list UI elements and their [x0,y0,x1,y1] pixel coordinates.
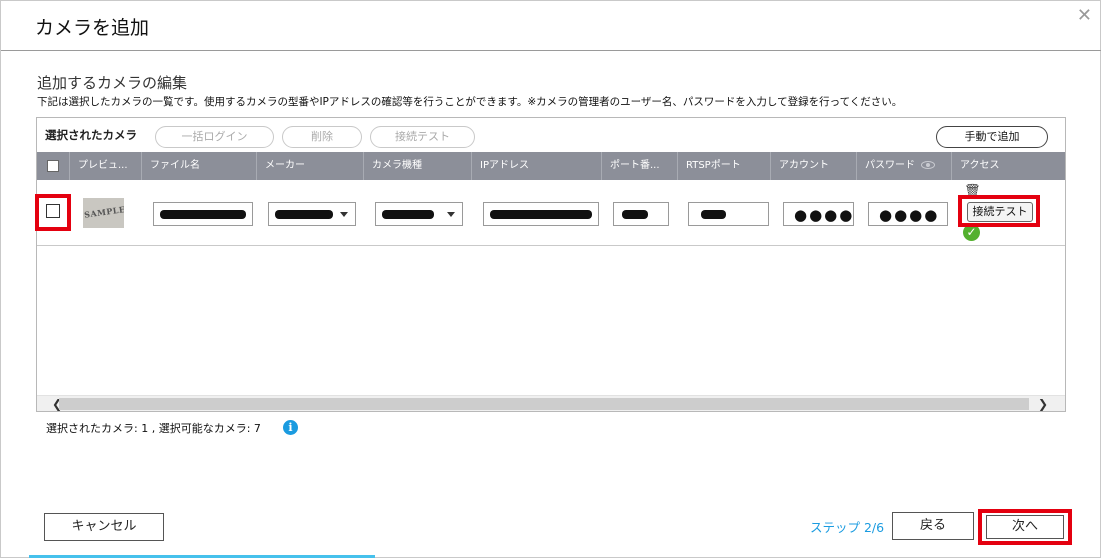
port-input[interactable] [613,202,669,226]
highlight-connection-test [958,195,1040,227]
col-header-filename[interactable]: ファイル名 [141,152,256,180]
select-all-checkbox[interactable] [47,160,59,172]
section-title: 追加するカメラの編集 [37,74,188,92]
col-header-ip[interactable]: IPアドレス [471,152,601,180]
col-header-rtsp[interactable]: RTSPポート [677,152,770,180]
maker-select[interactable] [268,202,356,226]
col-header-port[interactable]: ポート番... [601,152,677,180]
info-icon[interactable]: i [283,420,298,435]
account-masked-value: ●●●● [794,206,855,224]
selected-cameras-panel: 選択されたカメラ 一括ログイン 削除 接続テスト 手動で追加 プレビュ... フ… [36,117,1066,412]
next-button[interactable]: 次へ [986,515,1064,539]
ip-address-input[interactable] [483,202,599,226]
section-description: 下記は選択したカメラの一覧です。使用するカメラの型番やIPアドレスの確認等を行う… [37,96,903,108]
preview-sample-text: SAMPLE [83,204,124,220]
scroll-right-icon[interactable]: ❯ [1035,396,1051,412]
chevron-down-icon [340,212,348,217]
redacted-ip [490,210,592,219]
horizontal-scrollbar[interactable]: ❮ ❯ [37,395,1065,411]
model-select[interactable] [375,202,463,226]
col-header-maker[interactable]: メーカー [256,152,363,180]
filename-input[interactable] [153,202,253,226]
chevron-down-icon [447,212,455,217]
camera-preview-thumbnail: SAMPLE [83,198,124,228]
back-button[interactable]: 戻る [892,512,974,540]
password-header-label: パスワード [865,160,915,171]
panel-toolbar: 選択されたカメラ 一括ログイン 削除 接続テスト 手動で追加 [37,118,1065,152]
highlight-row-checkbox [35,194,71,231]
dialog-title-bar: カメラを追加 ✕ [1,1,1101,51]
table-row: SAMPLE ●●●● ●●●● 🗑 接続テスト ✓ [37,180,1065,246]
col-header-access[interactable]: アクセス [951,152,1066,180]
redacted-rtsp-port [701,210,726,219]
col-header-account[interactable]: アカウント [770,152,856,180]
cancel-button[interactable]: キャンセル [44,513,164,541]
redacted-port [622,210,648,219]
password-input[interactable]: ●●●● [868,202,948,226]
step-indicator: ステップ 2/6 [810,520,885,535]
rtsp-port-input[interactable] [688,202,769,226]
redacted-filename [160,210,246,219]
toolbar-connection-test-button[interactable]: 接続テスト [370,126,475,148]
add-camera-dialog: カメラを追加 ✕ 追加するカメラの編集 下記は選択したカメラの一覧です。使用する… [0,0,1101,558]
col-header-password[interactable]: パスワード [856,152,951,180]
scrollbar-thumb[interactable] [59,398,1029,410]
table-header: プレビュ... ファイル名 メーカー カメラ機種 IPアドレス ポート番... … [37,152,1065,180]
col-header-model[interactable]: カメラ機種 [363,152,471,180]
delete-button[interactable]: 削除 [282,126,362,148]
camera-count-status: 選択されたカメラ: 1 , 選択可能なカメラ: 7 [46,422,261,435]
manual-add-button[interactable]: 手動で追加 [936,126,1048,148]
bulk-login-button[interactable]: 一括ログイン [155,126,274,148]
col-header-preview[interactable]: プレビュ... [69,152,141,180]
toolbar-title: 選択されたカメラ [45,128,137,142]
password-masked-value: ●●●● [879,206,940,224]
close-icon[interactable]: ✕ [1077,5,1092,26]
select-all-header [37,152,69,180]
redacted-maker [275,210,333,219]
eye-icon[interactable] [921,161,935,169]
account-input[interactable]: ●●●● [783,202,854,226]
redacted-model [382,210,434,219]
dialog-title: カメラを追加 [35,17,150,39]
